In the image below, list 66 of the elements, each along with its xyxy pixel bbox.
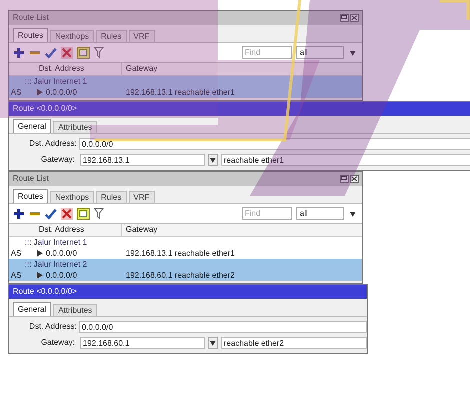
tab[interactable]: Attributes <box>53 304 98 316</box>
note-icon[interactable] <box>77 208 90 220</box>
check-icon[interactable] <box>45 46 57 58</box>
window-title: Route List <box>12 173 50 185</box>
tab[interactable]: Rules <box>96 191 127 203</box>
tab[interactable]: Rules <box>96 30 127 42</box>
stroke-line <box>440 0 470 20</box>
dropdown-icon[interactable] <box>208 154 218 166</box>
filter-icon[interactable] <box>94 46 104 58</box>
window-title: Route <0.0.0.0/0> <box>12 103 78 115</box>
table-cell-text: 192.168.13.1 reachable ether1 <box>125 86 236 98</box>
field-label: Gateway: <box>40 337 76 349</box>
close-icon[interactable] <box>61 208 73 220</box>
table-cell-text: 0.0.0.0/0 <box>45 248 78 260</box>
window-title: Route List <box>12 12 50 24</box>
gateway-status-field: reachable ether1 <box>221 154 470 166</box>
table-cell-text: 192.168.60.1 reachable ether2 <box>125 270 236 282</box>
close-icon[interactable] <box>350 175 359 183</box>
route-flags: AS <box>10 270 23 282</box>
tab[interactable]: VRF <box>128 191 155 203</box>
row-comment: ::: Jalur Internet 1 <box>24 236 88 248</box>
expand-icon[interactable] <box>37 250 43 257</box>
tab[interactable]: Routes <box>13 28 48 42</box>
restore-icon[interactable] <box>340 175 349 183</box>
find-field[interactable]: Find <box>242 207 292 220</box>
tab[interactable]: Routes <box>13 189 48 203</box>
gateway-field[interactable]: 192.168.13.1 <box>80 154 205 166</box>
tab[interactable]: General <box>13 302 52 316</box>
tab[interactable]: Nexthops <box>50 30 94 42</box>
table-row[interactable]: AS 0.0.0.0/0 192.168.60.1 reachable ether2 <box>9 270 362 281</box>
column-header[interactable]: Gateway <box>122 63 362 75</box>
tab[interactable]: General <box>13 119 52 133</box>
tab[interactable]: Nexthops <box>50 191 94 203</box>
check-icon[interactable] <box>45 208 57 220</box>
column-header[interactable]: Gateway <box>122 224 362 236</box>
note-icon[interactable] <box>77 46 90 58</box>
window-title: Route <0.0.0.0/0> <box>12 286 78 298</box>
table-cell-text: 0.0.0.0/0 <box>45 270 78 282</box>
row-comment: ::: Jalur Internet 2 <box>24 258 88 270</box>
field-label: Gateway: <box>40 154 76 166</box>
gateway-status-field: reachable ether2 <box>221 337 367 349</box>
filter-dropdown[interactable]: all <box>296 46 344 59</box>
filter-icon[interactable] <box>94 208 104 220</box>
expand-icon[interactable] <box>37 272 43 279</box>
find-field[interactable]: Find <box>242 46 292 59</box>
gateway-field[interactable]: 192.168.60.1 <box>80 337 205 349</box>
add-icon[interactable] <box>13 46 25 58</box>
tab[interactable]: VRF <box>128 30 155 42</box>
restore-icon[interactable] <box>340 14 349 22</box>
dropdown-icon[interactable] <box>208 337 218 349</box>
table-cell-text: 192.168.13.1 reachable ether1 <box>125 248 236 260</box>
tab[interactable]: Attributes <box>53 121 98 133</box>
row-comment: ::: Jalur Internet 1 <box>24 76 88 88</box>
table-row[interactable]: AS 0.0.0.0/0 192.168.13.1 reachable ether1 <box>9 87 362 98</box>
add-icon[interactable] <box>13 208 25 220</box>
route-flags: AS <box>10 248 23 260</box>
dst-address-field[interactable]: 0.0.0.0/0 <box>79 321 367 333</box>
close-icon[interactable] <box>350 14 359 22</box>
column-header[interactable]: Dst. Address <box>37 63 122 75</box>
filter-dropdown[interactable]: all <box>296 207 344 220</box>
field-label: Dst. Address: <box>28 321 78 333</box>
field-label: Dst. Address: <box>28 138 78 150</box>
table-cell-text: 0.0.0.0/0 <box>45 86 78 98</box>
table-row[interactable]: ::: Jalur Internet 2 <box>9 259 362 270</box>
column-header[interactable]: Dst. Address <box>37 224 122 236</box>
route-flags: AS <box>10 86 23 98</box>
